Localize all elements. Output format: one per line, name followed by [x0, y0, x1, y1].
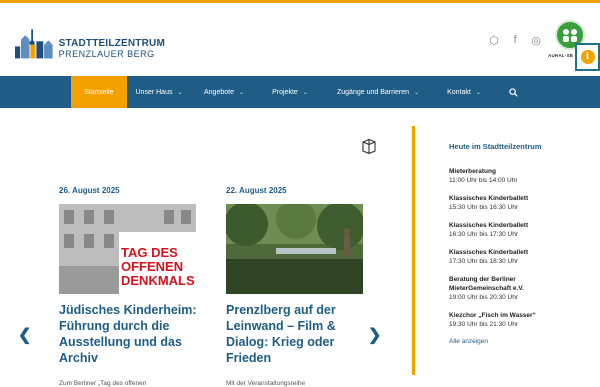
- nav-label: Angebote: [203, 88, 234, 96]
- event-name: Klassisches Kinderballett: [449, 249, 529, 256]
- card-title[interactable]: Jüdisches Kinderheim: Führung durch die …: [59, 302, 199, 366]
- sidebar-title: Heute im Stadtteilzentrum: [449, 142, 542, 151]
- carousel-next-button[interactable]: ❯: [368, 325, 381, 345]
- logo-icon: [15, 29, 53, 59]
- instagram-icon[interactable]: ◎: [529, 33, 543, 47]
- event-name: Beratung der Berliner MieterGemeinschaft…: [449, 276, 524, 292]
- nav-label: Kontakt: [447, 88, 471, 96]
- nav-item-kontakt[interactable]: Kontakt ⌄: [433, 76, 495, 108]
- poster-line-3: DENKMALS: [121, 273, 195, 288]
- chevron-down-icon: ⌄: [413, 89, 420, 96]
- info-icon: i: [580, 50, 595, 64]
- event-name: Klassisches Kinderballett: [449, 222, 529, 229]
- chevron-down-icon: ⌄: [302, 89, 308, 96]
- card-date: 26. August 2025: [59, 186, 120, 195]
- event-time: 17:30 Uhr bis 18:30 Uhr: [449, 258, 519, 265]
- main-navigation: Startseite Unser Haus ⌄ Angebote ⌄ Proje…: [0, 76, 600, 108]
- poster-line-2: OFFENEN: [121, 259, 184, 274]
- card-image[interactable]: [226, 204, 363, 294]
- card-photo: [226, 204, 363, 294]
- news-card[interactable]: 26. August 2025 TAG DES OFFENEN DENKMALS: [59, 186, 199, 387]
- site-header: STADTTEILZENTRUM PRENZLAUER BERG ⬡ f ◎ A…: [0, 3, 600, 76]
- search-button[interactable]: [495, 76, 531, 108]
- site-logo[interactable]: STADTTEILZENTRUM PRENZLAUER BERG: [15, 21, 165, 61]
- event-item[interactable]: Klassisches Kinderballett 16:30 Uhr bis …: [449, 221, 594, 239]
- event-item[interactable]: Klassisches Kinderballett 17:30 Uhr bis …: [449, 248, 594, 266]
- chevron-down-icon: ⌄: [238, 89, 244, 96]
- event-time: 19:30 Uhr bis 21:30 Uhr: [449, 321, 519, 328]
- event-item[interactable]: Klassisches Kinderballett 15:30 Uhr bis …: [449, 194, 594, 212]
- main-content: ❮ ❯ 26. August 2025 TAG DES OFFENEN DENK…: [0, 108, 600, 387]
- nav-label: Unser Haus: [135, 88, 173, 96]
- poster-line-1: TAG DES: [121, 245, 178, 260]
- chevron-down-icon: ⌄: [475, 89, 481, 96]
- logo-title: STADTTEILZENTRUM: [58, 38, 165, 49]
- dice-icon[interactable]: ⬡: [487, 33, 501, 47]
- nav-label: Startseite: [84, 88, 114, 96]
- event-name: Klassisches Kinderballett: [449, 195, 529, 202]
- event-item[interactable]: Beratung der Berliner MieterGemeinschaft…: [449, 275, 549, 302]
- card-title[interactable]: Prenzlberg auf der Leinwand – Film & Dia…: [226, 302, 366, 366]
- nav-label: Zugänge und Barrieren: [336, 88, 409, 96]
- event-item[interactable]: Kiezchor „Fisch im Wasser“ 19:30 Uhr bis…: [449, 311, 594, 329]
- accessibility-button[interactable]: i: [575, 43, 600, 71]
- chevron-down-icon: ⌄: [177, 89, 183, 96]
- nav-item-angebote[interactable]: Angebote ⌄: [191, 76, 257, 108]
- nav-item-unser-haus[interactable]: Unser Haus ⌄: [127, 76, 191, 108]
- nav-item-projekte[interactable]: Projekte ⌄: [257, 76, 323, 108]
- news-card[interactable]: 22. August 2025 Prenzlberg auf der Leinw…: [226, 186, 366, 387]
- event-time: 16:30 Uhr bis 17:30 Uhr: [449, 231, 519, 238]
- card-excerpt: Mit der Veranstaltungsreihe: [226, 380, 306, 387]
- event-name: Kiezchor „Fisch im Wasser“: [449, 312, 536, 319]
- card-image[interactable]: TAG DES OFFENEN DENKMALS: [59, 204, 196, 294]
- card-excerpt: Zum Berliner „Tag des offenen: [59, 380, 147, 387]
- nav-item-zugaenge[interactable]: Zugänge und Barrieren ⌄: [323, 76, 433, 108]
- nav-item-startseite[interactable]: Startseite: [71, 76, 127, 108]
- event-time: 19:00 Uhr bis 20:30 Uhr: [449, 294, 519, 301]
- event-name: Mieterberatung: [449, 168, 496, 175]
- logo-subtitle: PRENZLAUER BERG: [58, 49, 155, 59]
- carousel-prev-button[interactable]: ❮: [18, 325, 31, 345]
- card-date: 22. August 2025: [226, 186, 287, 195]
- nav-label: Projekte: [272, 88, 298, 96]
- badge-figures-icon: [563, 29, 577, 42]
- event-item[interactable]: Mieterberatung 11:00 Uhr bis 14:00 Uhr: [449, 167, 594, 185]
- event-time: 11:00 Uhr bis 14:00 Uhr: [449, 177, 518, 184]
- show-all-link[interactable]: Alle anzeigen: [449, 338, 488, 345]
- search-icon: [508, 87, 518, 97]
- sidebar-divider: [412, 126, 415, 375]
- event-time: 15:30 Uhr bis 16:30 Uhr: [449, 204, 519, 211]
- badge-label: AUHAL-SB: [548, 53, 574, 58]
- facebook-icon[interactable]: f: [508, 33, 522, 47]
- book-icon[interactable]: [361, 138, 377, 154]
